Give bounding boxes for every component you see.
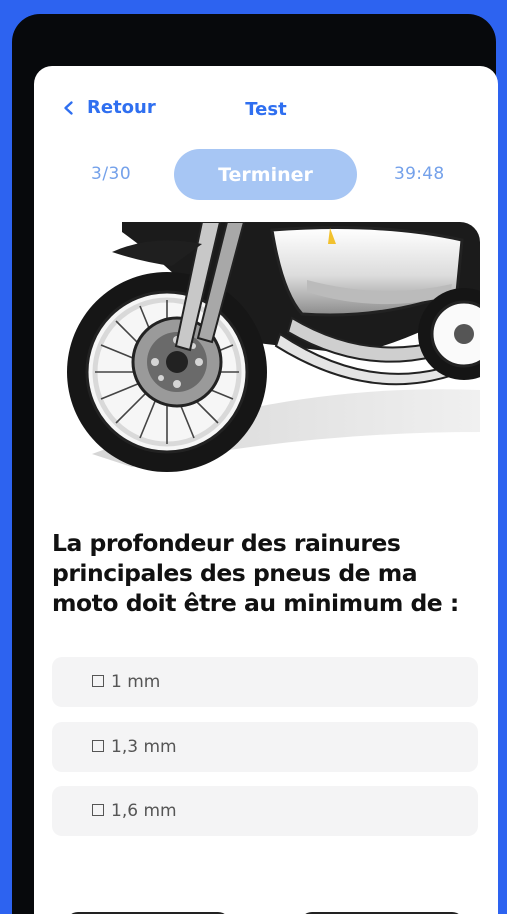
answer-label: 1 mm [111, 672, 161, 692]
page-title: Test [245, 99, 287, 120]
checkbox-icon[interactable] [92, 740, 104, 752]
answer-label: 1,3 mm [111, 737, 177, 757]
answer-option[interactable]: 1,3 mm [52, 722, 478, 772]
phone-frame: Retour Test 3/30 Terminer 39:48 La profo… [12, 14, 498, 914]
question-image [52, 222, 480, 486]
motorcycle-image [52, 222, 480, 486]
checkbox-icon[interactable] [92, 804, 104, 816]
top-bar: Retour Test [34, 66, 498, 146]
answer-option[interactable]: 1,6 mm [52, 786, 478, 836]
finish-button[interactable]: Terminer [174, 149, 357, 200]
question-text: La profondeur des rainures principales d… [52, 529, 459, 617]
answer-label: 1,6 mm [111, 801, 177, 821]
checkbox-icon[interactable] [92, 675, 104, 687]
answer-option[interactable]: 1 mm [52, 657, 478, 707]
timer: 39:48 [394, 164, 445, 184]
screen: Retour Test 3/30 Terminer 39:48 La profo… [34, 66, 498, 914]
question-progress: 3/30 [91, 164, 132, 184]
